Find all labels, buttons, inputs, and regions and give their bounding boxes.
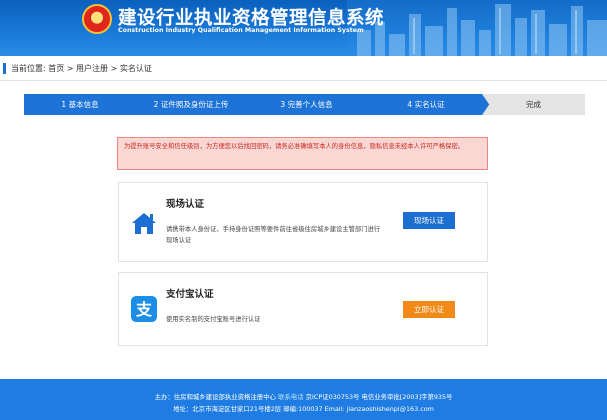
footer-zip: 邮编:100037 [283, 405, 323, 413]
step-realname-auth: 4 实名认证 [361, 94, 491, 115]
breadcrumb-current: 实名认证 [119, 64, 152, 73]
step-basic-info: 1 基本信息 [24, 94, 136, 115]
onsite-auth-title: 现场认证 [166, 199, 205, 210]
footer-telecom: 电信业务审批[2003]字第935号 [361, 393, 453, 401]
step-complete: 完成 [482, 94, 585, 115]
footer-contact-link[interactable]: 联系电话 [278, 393, 304, 401]
breadcrumb-home[interactable]: 首页 [48, 64, 64, 73]
alipay-auth-card: 支 支付宝认证 使用实名制的支付宝账号进行认证 立即认证 [118, 272, 488, 346]
footer-email: Email: jianzaoshishenpi@163.com [324, 405, 434, 413]
footer-line-2: 地址：北京市海淀区甘家口21号楼2层 邮编:100037 Email: jian… [0, 404, 607, 413]
onsite-auth-button[interactable]: 现场认证 [403, 212, 455, 229]
breadcrumb-sep: > [110, 64, 120, 73]
alipay-auth-title: 支付宝认证 [166, 289, 214, 300]
onsite-auth-card: 现场认证 请携带本人身份证、手持身份证照等要件前往省级住房城乡建设主管部门进行现… [118, 182, 488, 262]
breadcrumb-sep: > [66, 64, 77, 73]
footer-address: 地址：北京市海淀区甘家口21号楼2层 [173, 405, 282, 413]
onsite-auth-desc: 请携带本人身份证、手持身份证照等要件前往省级住房城乡建设主管部门进行现场认证 [166, 226, 381, 244]
alipay-icon: 支 [131, 296, 157, 322]
breadcrumb-prefix: 当前位置: [11, 64, 46, 73]
site-subtitle: Construction Industry Qualification Mana… [118, 27, 364, 34]
breadcrumb-marker [3, 63, 6, 74]
alipay-auth-button[interactable]: 立即认证 [403, 301, 455, 318]
breadcrumb-text: 当前位置: 首页 > 用户注册 > 实名认证 [11, 63, 152, 74]
city-skyline-image [347, 0, 607, 56]
page: 建设行业执业资格管理信息系统 Construction Industry Qua… [0, 0, 607, 420]
alipay-auth-desc: 使用实名制的支付宝账号进行认证 [166, 316, 261, 323]
privacy-notice: 为提升账号安全和信任级别，为方便您以后找回密码，请务必准确填写本人的身份信息，隐… [117, 137, 488, 170]
footer-line-1: 主办：住房和城乡建设部执业资格注册中心 联系电话 京ICP证030753号 电信… [0, 392, 607, 401]
footer-icp: 京ICP证030753号 [305, 393, 360, 401]
step-id-upload: 2 证件照及身份证上传 [127, 94, 255, 115]
progress-steps: 1 基本信息 2 证件照及身份证上传 3 完善个人信息 4 实名认证 完成 [24, 94, 585, 115]
breadcrumb-divider [0, 80, 607, 81]
site-header: 建设行业执业资格管理信息系统 Construction Industry Qua… [0, 0, 607, 56]
footer-host: 主办：住房和城乡建设部执业资格注册中心 [154, 393, 276, 401]
breadcrumb: 当前位置: 首页 > 用户注册 > 实名认证 [0, 62, 607, 76]
home-icon [132, 213, 156, 234]
step-personal-info: 3 完善个人信息 [244, 94, 369, 115]
breadcrumb-register[interactable]: 用户注册 [76, 64, 108, 73]
svg-text:支: 支 [135, 300, 153, 319]
national-emblem-icon [82, 4, 112, 34]
site-footer: 主办：住房和城乡建设部执业资格注册中心 联系电话 京ICP证030753号 电信… [0, 379, 607, 420]
